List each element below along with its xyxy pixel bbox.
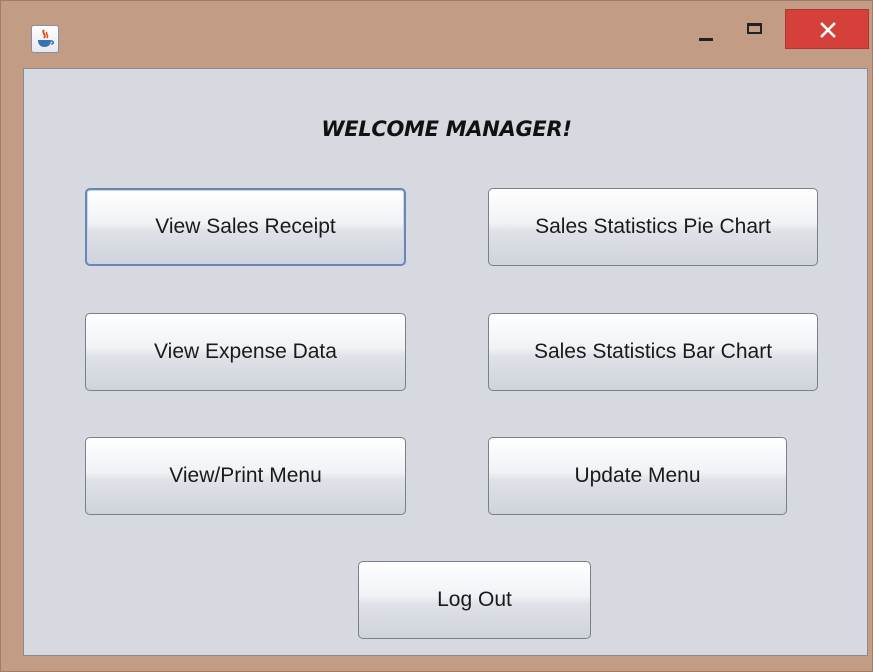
- welcome-heading: WELCOME MANAGER!: [321, 117, 572, 141]
- content-panel: WELCOME MANAGER! View Sales Receipt Sale…: [23, 68, 868, 656]
- view-sales-receipt-label: View Sales Receipt: [155, 215, 336, 238]
- view-expense-data-label: View Expense Data: [154, 340, 337, 363]
- view-print-menu-button[interactable]: View/Print Menu: [85, 437, 406, 515]
- sales-pie-chart-button[interactable]: Sales Statistics Pie Chart: [488, 188, 818, 266]
- title-bar[interactable]: [1, 1, 873, 67]
- sales-bar-chart-button[interactable]: Sales Statistics Bar Chart: [488, 313, 818, 391]
- java-cup-icon[interactable]: [31, 25, 59, 53]
- update-menu-label: Update Menu: [574, 464, 701, 487]
- maximize-button[interactable]: [735, 9, 777, 49]
- application-window: WELCOME MANAGER! View Sales Receipt Sale…: [0, 0, 873, 672]
- sales-pie-chart-label: Sales Statistics Pie Chart: [535, 215, 771, 238]
- view-expense-data-button[interactable]: View Expense Data: [85, 313, 406, 391]
- close-icon: [820, 22, 836, 38]
- minimize-icon: [699, 38, 713, 41]
- close-button[interactable]: [785, 9, 869, 49]
- log-out-button[interactable]: Log Out: [358, 561, 591, 639]
- view-sales-receipt-button[interactable]: View Sales Receipt: [85, 188, 406, 266]
- log-out-label: Log Out: [437, 588, 512, 611]
- update-menu-button[interactable]: Update Menu: [488, 437, 787, 515]
- minimize-button[interactable]: [687, 9, 729, 49]
- sales-bar-chart-label: Sales Statistics Bar Chart: [533, 340, 773, 363]
- maximize-icon: [747, 23, 762, 34]
- view-print-menu-label: View/Print Menu: [169, 464, 322, 487]
